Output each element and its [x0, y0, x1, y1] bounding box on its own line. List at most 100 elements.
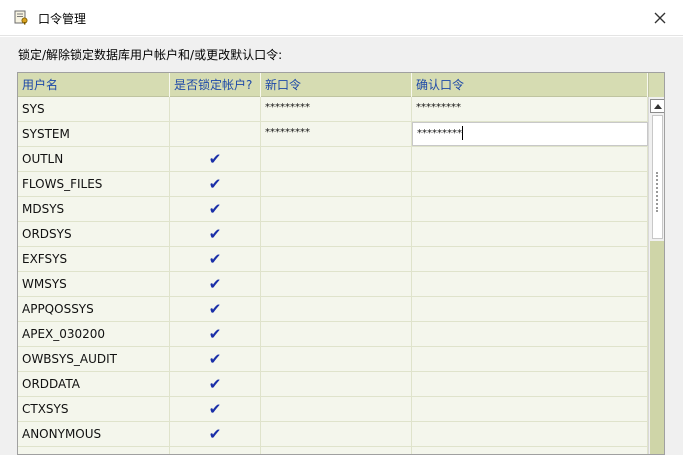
- table-row[interactable]: ORDSYS ✔: [18, 222, 648, 247]
- username-cell[interactable]: EXFSYS: [18, 247, 170, 271]
- new-password-cell[interactable]: [261, 322, 412, 346]
- confirm-password-cell[interactable]: [412, 447, 648, 454]
- locked-checkbox-cell[interactable]: ✔: [170, 347, 261, 371]
- new-password-cell[interactable]: [261, 297, 412, 321]
- instruction-text: 锁定/解除锁定数据库用户帐户和/或更改默认口令:: [18, 48, 283, 62]
- new-password-cell[interactable]: [261, 397, 412, 421]
- close-button[interactable]: [647, 6, 673, 30]
- confirm-password-cell[interactable]: [412, 347, 648, 371]
- scroll-up-button[interactable]: [650, 99, 664, 113]
- column-header-username[interactable]: 用户名: [18, 73, 170, 97]
- locked-checkbox-cell[interactable]: ✔: [170, 222, 261, 246]
- vertical-scrollbar[interactable]: [648, 97, 664, 454]
- checkmark-icon: ✔: [208, 200, 222, 218]
- arrow-up-icon: [653, 103, 662, 109]
- header-corner: [648, 73, 664, 97]
- checkmark-icon: ✔: [208, 225, 222, 243]
- confirm-password-cell[interactable]: [412, 172, 648, 196]
- confirm-password-cell[interactable]: [412, 322, 648, 346]
- username-cell[interactable]: ORDSYS: [18, 222, 170, 246]
- key-document-icon: [14, 10, 28, 25]
- checkmark-icon: ✔: [208, 300, 222, 318]
- password-table: 用户名 是否锁定帐户? 新口令 确认口令 SYS ********* *******…: [17, 72, 665, 455]
- locked-checkbox-cell[interactable]: ✔: [170, 272, 261, 296]
- confirm-password-cell[interactable]: [412, 272, 648, 296]
- new-password-cell[interactable]: [261, 272, 412, 296]
- checkmark-icon: ✔: [208, 275, 222, 293]
- username-cell[interactable]: ORDDATA: [18, 372, 170, 396]
- new-password-cell[interactable]: [261, 422, 412, 446]
- scroll-track[interactable]: [650, 241, 664, 454]
- confirm-password-cell[interactable]: [412, 147, 648, 171]
- new-password-cell[interactable]: [261, 372, 412, 396]
- username-cell[interactable]: APPQOSSYS: [18, 297, 170, 321]
- new-password-cell[interactable]: [261, 172, 412, 196]
- username-cell[interactable]: SYSTEM: [18, 122, 170, 146]
- table-row[interactable]: MDSYS ✔: [18, 197, 648, 222]
- column-header-locked[interactable]: 是否锁定帐户?: [170, 73, 261, 97]
- confirm-password-cell[interactable]: [412, 372, 648, 396]
- table-row[interactable]: WMSYS ✔: [18, 272, 648, 297]
- confirm-password-cell[interactable]: *********: [412, 122, 648, 146]
- locked-checkbox-cell[interactable]: ✔: [170, 297, 261, 321]
- table-row[interactable]: EXFSYS ✔: [18, 247, 648, 272]
- window-title: 口令管理: [38, 12, 87, 26]
- table-row[interactable]: [18, 447, 648, 454]
- new-password-cell[interactable]: [261, 247, 412, 271]
- new-password-cell[interactable]: [261, 347, 412, 371]
- table-row[interactable]: OWBSYS_AUDIT ✔: [18, 347, 648, 372]
- confirm-password-cell[interactable]: *********: [412, 97, 648, 121]
- username-cell[interactable]: FLOWS_FILES: [18, 172, 170, 196]
- locked-checkbox-cell[interactable]: ✔: [170, 247, 261, 271]
- new-password-cell[interactable]: *********: [261, 122, 412, 146]
- confirm-password-cell[interactable]: [412, 397, 648, 421]
- locked-checkbox-cell[interactable]: ✔: [170, 397, 261, 421]
- locked-checkbox-cell[interactable]: ✔: [170, 322, 261, 346]
- new-password-cell[interactable]: [261, 447, 412, 454]
- username-cell[interactable]: SYS: [18, 97, 170, 121]
- column-header-new-password[interactable]: 新口令: [261, 73, 412, 97]
- table-row[interactable]: ANONYMOUS ✔: [18, 422, 648, 447]
- new-password-cell[interactable]: [261, 147, 412, 171]
- column-header-confirm-password[interactable]: 确认口令: [412, 73, 648, 97]
- grip-icon: [656, 172, 660, 212]
- confirm-password-cell[interactable]: [412, 422, 648, 446]
- table-row[interactable]: OUTLN ✔: [18, 147, 648, 172]
- title-bar: 口令管理: [0, 0, 683, 36]
- table-row[interactable]: SYS ********* *********: [18, 97, 648, 122]
- locked-checkbox-cell[interactable]: [170, 97, 261, 121]
- checkmark-icon: ✔: [208, 400, 222, 418]
- username-cell[interactable]: [18, 447, 170, 454]
- username-cell[interactable]: OWBSYS_AUDIT: [18, 347, 170, 371]
- locked-checkbox-cell[interactable]: [170, 447, 261, 454]
- locked-checkbox-cell[interactable]: ✔: [170, 197, 261, 221]
- username-cell[interactable]: WMSYS: [18, 272, 170, 296]
- confirm-password-cell[interactable]: [412, 247, 648, 271]
- locked-checkbox-cell[interactable]: ✔: [170, 422, 261, 446]
- username-cell[interactable]: CTXSYS: [18, 397, 170, 421]
- username-cell[interactable]: OUTLN: [18, 147, 170, 171]
- checkmark-icon: ✔: [208, 175, 222, 193]
- dialog-body: 锁定/解除锁定数据库用户帐户和/或更改默认口令: 用户名 是否锁定帐户? 新口令…: [0, 37, 683, 455]
- table-row[interactable]: APEX_030200 ✔: [18, 322, 648, 347]
- locked-checkbox-cell[interactable]: ✔: [170, 172, 261, 196]
- table-row[interactable]: FLOWS_FILES ✔: [18, 172, 648, 197]
- locked-checkbox-cell[interactable]: ✔: [170, 372, 261, 396]
- username-cell[interactable]: MDSYS: [18, 197, 170, 221]
- locked-checkbox-cell[interactable]: [170, 122, 261, 146]
- confirm-password-cell[interactable]: [412, 222, 648, 246]
- username-cell[interactable]: APEX_030200: [18, 322, 170, 346]
- table-row[interactable]: APPQOSSYS ✔: [18, 297, 648, 322]
- username-cell[interactable]: ANONYMOUS: [18, 422, 170, 446]
- new-password-cell[interactable]: *********: [261, 97, 412, 121]
- table-row[interactable]: CTXSYS ✔: [18, 397, 648, 422]
- checkmark-icon: ✔: [208, 250, 222, 268]
- table-row[interactable]: SYSTEM ********* *********: [18, 122, 648, 147]
- scroll-thumb[interactable]: [652, 115, 663, 239]
- confirm-password-cell[interactable]: [412, 197, 648, 221]
- new-password-cell[interactable]: [261, 197, 412, 221]
- new-password-cell[interactable]: [261, 222, 412, 246]
- confirm-password-cell[interactable]: [412, 297, 648, 321]
- table-row[interactable]: ORDDATA ✔: [18, 372, 648, 397]
- locked-checkbox-cell[interactable]: ✔: [170, 147, 261, 171]
